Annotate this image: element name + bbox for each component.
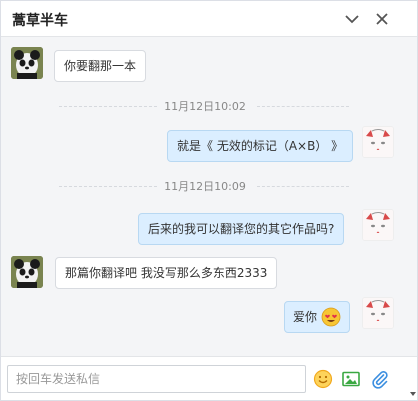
- chat-window: 蒿草半车 你要翻那一本 11月12日10:02 就是《 无效的标记（A×B） 》…: [0, 0, 418, 401]
- chevron-down-icon[interactable]: [344, 11, 360, 27]
- avatar[interactable]: [11, 256, 43, 288]
- message-bubble: 后来的我可以翻译您的其它作品吗?: [138, 213, 345, 245]
- avatar[interactable]: [362, 126, 394, 158]
- message-text: 后来的我可以翻译您的其它作品吗?: [148, 222, 335, 236]
- divider: [257, 186, 349, 187]
- divider: [257, 106, 349, 107]
- avatar[interactable]: [362, 297, 394, 329]
- message-input[interactable]: [7, 365, 306, 393]
- message-bubble: 你要翻那一本: [54, 50, 147, 82]
- message-bubble: 爱你: [284, 301, 350, 333]
- conversation-title: 蒿草半车: [12, 13, 68, 29]
- scroll-down-icon[interactable]: [410, 392, 416, 396]
- image-icon[interactable]: [341, 369, 361, 389]
- emoji-icon[interactable]: [313, 369, 333, 389]
- scrollbar[interactable]: [409, 38, 417, 400]
- message-bubble: 就是《 无效的标记（A×B） 》: [167, 130, 354, 162]
- message-text: 你要翻那一本: [64, 59, 137, 73]
- attachment-icon[interactable]: [370, 369, 390, 389]
- message-text: 就是《 无效的标记（A×B） 》: [177, 139, 344, 153]
- avatar[interactable]: [11, 47, 43, 79]
- title-bar: 蒿草半车: [1, 1, 417, 37]
- close-icon[interactable]: [374, 11, 390, 27]
- avatar[interactable]: [362, 209, 394, 241]
- composer: [1, 356, 417, 400]
- message-list: 你要翻那一本 11月12日10:02 就是《 无效的标记（A×B） 》 11月1…: [1, 38, 417, 356]
- message-bubble: 那篇你翻译吧 我没写那么多东西2333: [55, 257, 278, 289]
- message-text: 爱你: [293, 310, 318, 324]
- message-text: 那篇你翻译吧 我没写那么多东西2333: [65, 266, 268, 280]
- heart-eyes-emoji-icon: [321, 307, 341, 327]
